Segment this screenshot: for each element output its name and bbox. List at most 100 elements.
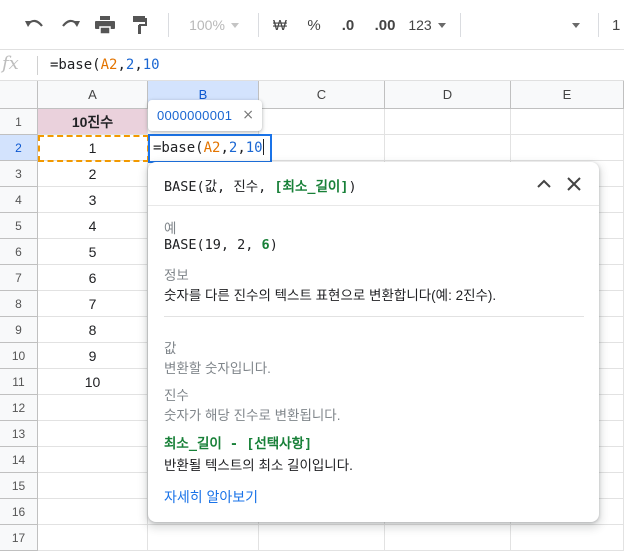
close-icon[interactable] (562, 172, 586, 196)
cell[interactable] (38, 421, 148, 447)
decrease-decimal-button[interactable]: .0 (334, 10, 362, 40)
cell[interactable] (385, 525, 511, 551)
cell[interactable] (259, 109, 385, 135)
arg1-name: 값 (164, 341, 177, 356)
currency-format-button[interactable]: ₩ (268, 10, 292, 40)
formula-arg3: 10 (142, 57, 160, 73)
formula-bar: fx =base(A2,2,10 (0, 50, 624, 81)
row-header[interactable]: 7 (0, 265, 38, 291)
undo-icon[interactable] (20, 10, 50, 40)
cell[interactable] (38, 525, 148, 551)
row-header[interactable]: 17 (0, 525, 38, 551)
cell[interactable]: 8 (38, 317, 148, 343)
row-header[interactable]: 8 (0, 291, 38, 317)
example-label: 예 (164, 221, 177, 236)
column-header-c[interactable]: C (259, 81, 385, 109)
column-header-a[interactable]: A (38, 81, 148, 109)
active-cell-editor[interactable]: =base(A2,2,10 (148, 134, 272, 163)
cell[interactable]: 10 (38, 369, 148, 395)
row-header[interactable]: 10 (0, 343, 38, 369)
cell[interactable]: 1 (38, 135, 148, 161)
cell-formula-arg3: 10 (245, 140, 263, 156)
more-formats-button[interactable]: 123 (404, 10, 450, 40)
cell[interactable] (511, 525, 624, 551)
signature-end: ) (348, 179, 357, 195)
cell[interactable] (259, 525, 385, 551)
toolbar-divider (460, 13, 461, 37)
example-prefix: BASE(19, 2, (164, 237, 262, 253)
row-header[interactable]: 12 (0, 395, 38, 421)
more-formats-label: 123 (408, 17, 432, 33)
cell[interactable] (259, 135, 385, 161)
cell[interactable] (511, 135, 624, 161)
close-icon[interactable]: × (242, 108, 254, 122)
percent-format-button[interactable]: % (302, 10, 326, 40)
cell[interactable] (38, 395, 148, 421)
chevron-down-icon (437, 22, 446, 28)
column-header-e[interactable]: E (511, 81, 624, 109)
preview-value: 0000000001 (157, 108, 233, 123)
cell[interactable]: 7 (38, 291, 148, 317)
cell[interactable]: 5 (38, 239, 148, 265)
arg2-name: 진수 (164, 388, 189, 403)
row-header[interactable]: 3 (0, 161, 38, 187)
row-header[interactable]: 13 (0, 421, 38, 447)
cell[interactable]: 6 (38, 265, 148, 291)
paint-format-icon[interactable] (125, 10, 155, 40)
cell[interactable]: 2 (38, 161, 148, 187)
row-header[interactable]: 6 (0, 239, 38, 265)
info-label: 정보 (164, 268, 189, 283)
increase-decimal-button[interactable]: .00 (368, 10, 402, 40)
example-code: BASE(19, 2, 6) (164, 237, 278, 253)
row-header[interactable]: 16 (0, 499, 38, 525)
cell-formula-ref: A2 (203, 140, 221, 156)
select-all-corner[interactable] (0, 81, 38, 109)
cell[interactable] (385, 109, 511, 135)
row-header[interactable]: 9 (0, 317, 38, 343)
cell[interactable]: 3 (38, 187, 148, 213)
cell[interactable]: 9 (38, 343, 148, 369)
cell[interactable] (38, 473, 148, 499)
zoom-select[interactable]: 100% (182, 10, 246, 40)
cell[interactable] (38, 499, 148, 525)
row-header[interactable]: 4 (0, 187, 38, 213)
row-header[interactable]: 11 (0, 369, 38, 395)
currency-label: ₩ (272, 16, 288, 34)
row-header[interactable]: 5 (0, 213, 38, 239)
toolbar-divider (598, 13, 599, 37)
decrease-decimal-label: .0 (341, 16, 355, 34)
learn-more-link[interactable]: 자세히 알아보기 (164, 487, 258, 507)
cell[interactable] (511, 109, 624, 135)
text-cursor (262, 139, 264, 155)
print-icon[interactable] (90, 10, 120, 40)
formula-result-preview: 0000000001 × (148, 100, 262, 131)
chevron-up-icon[interactable] (532, 172, 556, 196)
arg3-desc: 반환될 텍스트의 최소 길이입니다. (164, 458, 353, 473)
cell[interactable] (148, 525, 259, 551)
cell[interactable]: 4 (38, 213, 148, 239)
fx-icon: fx (2, 53, 19, 74)
row-header[interactable]: 15 (0, 473, 38, 499)
help-header: BASE(값, 진수, [최소_길이]) (148, 162, 599, 206)
row-header[interactable]: 1 (0, 109, 38, 135)
row-header[interactable]: 14 (0, 447, 38, 473)
cell[interactable] (385, 135, 511, 161)
formula-bar-divider (37, 56, 38, 75)
font-select[interactable] (566, 10, 586, 40)
font-size-select[interactable]: 1 (612, 10, 624, 40)
formula-separator: , (117, 57, 126, 73)
info-text: 숫자를 다른 진수의 텍스트 표현으로 변환합니다(예: 2진수). (164, 288, 497, 303)
cell[interactable] (38, 447, 148, 473)
row-header[interactable]: 2 (0, 135, 38, 161)
font-size-value: 1 (612, 16, 621, 34)
example-end: ) (269, 237, 278, 253)
cell-header[interactable]: 10진수 (38, 109, 148, 135)
redo-icon[interactable] (55, 10, 85, 40)
formula-prefix: =base( (50, 57, 101, 73)
signature-optional-arg: [최소_길이] (274, 179, 349, 195)
formula-input[interactable]: =base(A2,2,10 (50, 57, 160, 73)
example-highlight: 6 (261, 237, 270, 253)
toolbar-divider (168, 13, 169, 37)
column-header-d[interactable]: D (385, 81, 511, 109)
arg3-name: 최소_길이 - [선택사항] (164, 436, 313, 452)
